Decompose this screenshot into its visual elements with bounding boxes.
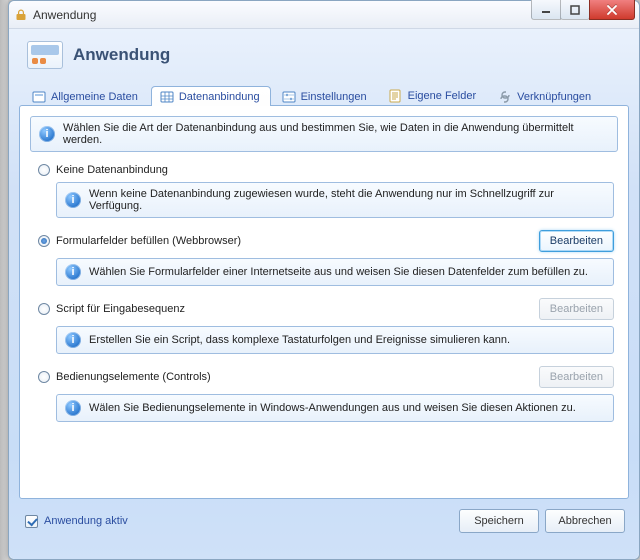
header: Anwendung bbox=[19, 37, 629, 79]
tab-panel: i Wählen Sie die Art der Datenanbindung … bbox=[19, 105, 629, 499]
tab-settings[interactable]: Einstellungen bbox=[273, 86, 378, 106]
tab-general[interactable]: Allgemeine Daten bbox=[23, 86, 149, 106]
dialog-body: Anwendung Allgemeine Daten Datenanbindun… bbox=[9, 29, 639, 559]
option-none: Keine Datenanbindung i Wenn keine Datena… bbox=[30, 164, 618, 218]
radio-icon bbox=[38, 164, 50, 176]
info-icon: i bbox=[65, 192, 81, 208]
tab-links[interactable]: Verknüpfungen bbox=[489, 86, 602, 106]
footer: Anwendung aktiv Speichern Abbrechen bbox=[19, 499, 629, 533]
list-icon bbox=[389, 89, 403, 103]
panel-intro: i Wählen Sie die Art der Datenanbindung … bbox=[30, 116, 618, 152]
radio-controls[interactable]: Bedienungselemente (Controls) bbox=[38, 371, 211, 383]
save-button[interactable]: Speichern bbox=[459, 509, 539, 533]
intro-text: Wählen Sie die Art der Datenanbindung au… bbox=[63, 122, 609, 146]
radio-none[interactable]: Keine Datenanbindung bbox=[38, 164, 168, 176]
info-text: Erstellen Sie ein Script, dass komplexe … bbox=[89, 334, 510, 346]
backdrop bbox=[0, 0, 8, 560]
edit-controls-button[interactable]: Bearbeiten bbox=[539, 366, 614, 388]
radio-icon bbox=[38, 303, 50, 315]
info-icon: i bbox=[65, 400, 81, 416]
grid-icon bbox=[160, 91, 174, 103]
sliders-icon bbox=[282, 91, 296, 103]
radio-form-fields[interactable]: Formularfelder befüllen (Webbrowser) bbox=[38, 235, 241, 247]
close-button[interactable] bbox=[589, 0, 635, 20]
edit-form-fields-button[interactable]: Bearbeiten bbox=[539, 230, 614, 252]
info-text: Wenn keine Datenanbindung zugewiesen wur… bbox=[89, 188, 605, 212]
radio-icon bbox=[38, 371, 50, 383]
info-icon: i bbox=[65, 264, 81, 280]
tab-custom-fields[interactable]: Eigene Felder bbox=[380, 84, 488, 106]
tab-label: Eigene Felder bbox=[408, 90, 477, 102]
active-checkbox[interactable]: Anwendung aktiv bbox=[25, 515, 128, 528]
footer-buttons: Speichern Abbrechen bbox=[459, 509, 625, 533]
radio-icon bbox=[38, 235, 50, 247]
info-text: Wälen Sie Bedienungselemente in Windows-… bbox=[89, 402, 576, 414]
window-title: Anwendung bbox=[33, 8, 96, 22]
edit-script-button[interactable]: Bearbeiten bbox=[539, 298, 614, 320]
info-icon: i bbox=[39, 126, 55, 142]
maximize-button[interactable] bbox=[560, 0, 590, 20]
page-title: Anwendung bbox=[73, 45, 170, 65]
active-label: Anwendung aktiv bbox=[44, 515, 128, 527]
info-text: Wählen Sie Formularfelder einer Internet… bbox=[89, 266, 588, 278]
form-icon bbox=[32, 91, 46, 103]
option-label: Bedienungselemente (Controls) bbox=[56, 371, 211, 383]
option-script-info: i Erstellen Sie ein Script, dass komplex… bbox=[56, 326, 614, 354]
tab-data-binding[interactable]: Datenanbindung bbox=[151, 86, 271, 106]
option-none-info: i Wenn keine Datenanbindung zugewiesen w… bbox=[56, 182, 614, 218]
tab-label: Verknüpfungen bbox=[517, 91, 591, 103]
option-label: Keine Datenanbindung bbox=[56, 164, 168, 176]
option-form-fields: Formularfelder befüllen (Webbrowser) Bea… bbox=[30, 230, 618, 286]
minimize-button[interactable] bbox=[531, 0, 561, 20]
option-script: Script für Eingabesequenz Bearbeiten i E… bbox=[30, 298, 618, 354]
lock-icon bbox=[15, 8, 29, 22]
option-label: Formularfelder befüllen (Webbrowser) bbox=[56, 235, 241, 247]
option-label: Script für Eingabesequenz bbox=[56, 303, 185, 315]
titlebar: Anwendung bbox=[9, 1, 639, 29]
tab-label: Allgemeine Daten bbox=[51, 91, 138, 103]
option-form-fields-info: i Wählen Sie Formularfelder einer Intern… bbox=[56, 258, 614, 286]
tab-label: Einstellungen bbox=[301, 91, 367, 103]
tabs: Allgemeine Daten Datenanbindung Einstell… bbox=[19, 79, 629, 105]
cancel-button[interactable]: Abbrechen bbox=[545, 509, 625, 533]
tab-label: Datenanbindung bbox=[179, 91, 260, 103]
checkbox-icon bbox=[25, 515, 38, 528]
info-icon: i bbox=[65, 332, 81, 348]
application-icon bbox=[27, 41, 63, 69]
radio-script[interactable]: Script für Eingabesequenz bbox=[38, 303, 185, 315]
link-icon bbox=[498, 91, 512, 103]
dialog-window: Anwendung Anwendung Allgemeine Daten Dat… bbox=[8, 0, 640, 560]
option-controls-info: i Wälen Sie Bedienungselemente in Window… bbox=[56, 394, 614, 422]
window-controls bbox=[532, 0, 635, 20]
option-controls: Bedienungselemente (Controls) Bearbeiten… bbox=[30, 366, 618, 422]
